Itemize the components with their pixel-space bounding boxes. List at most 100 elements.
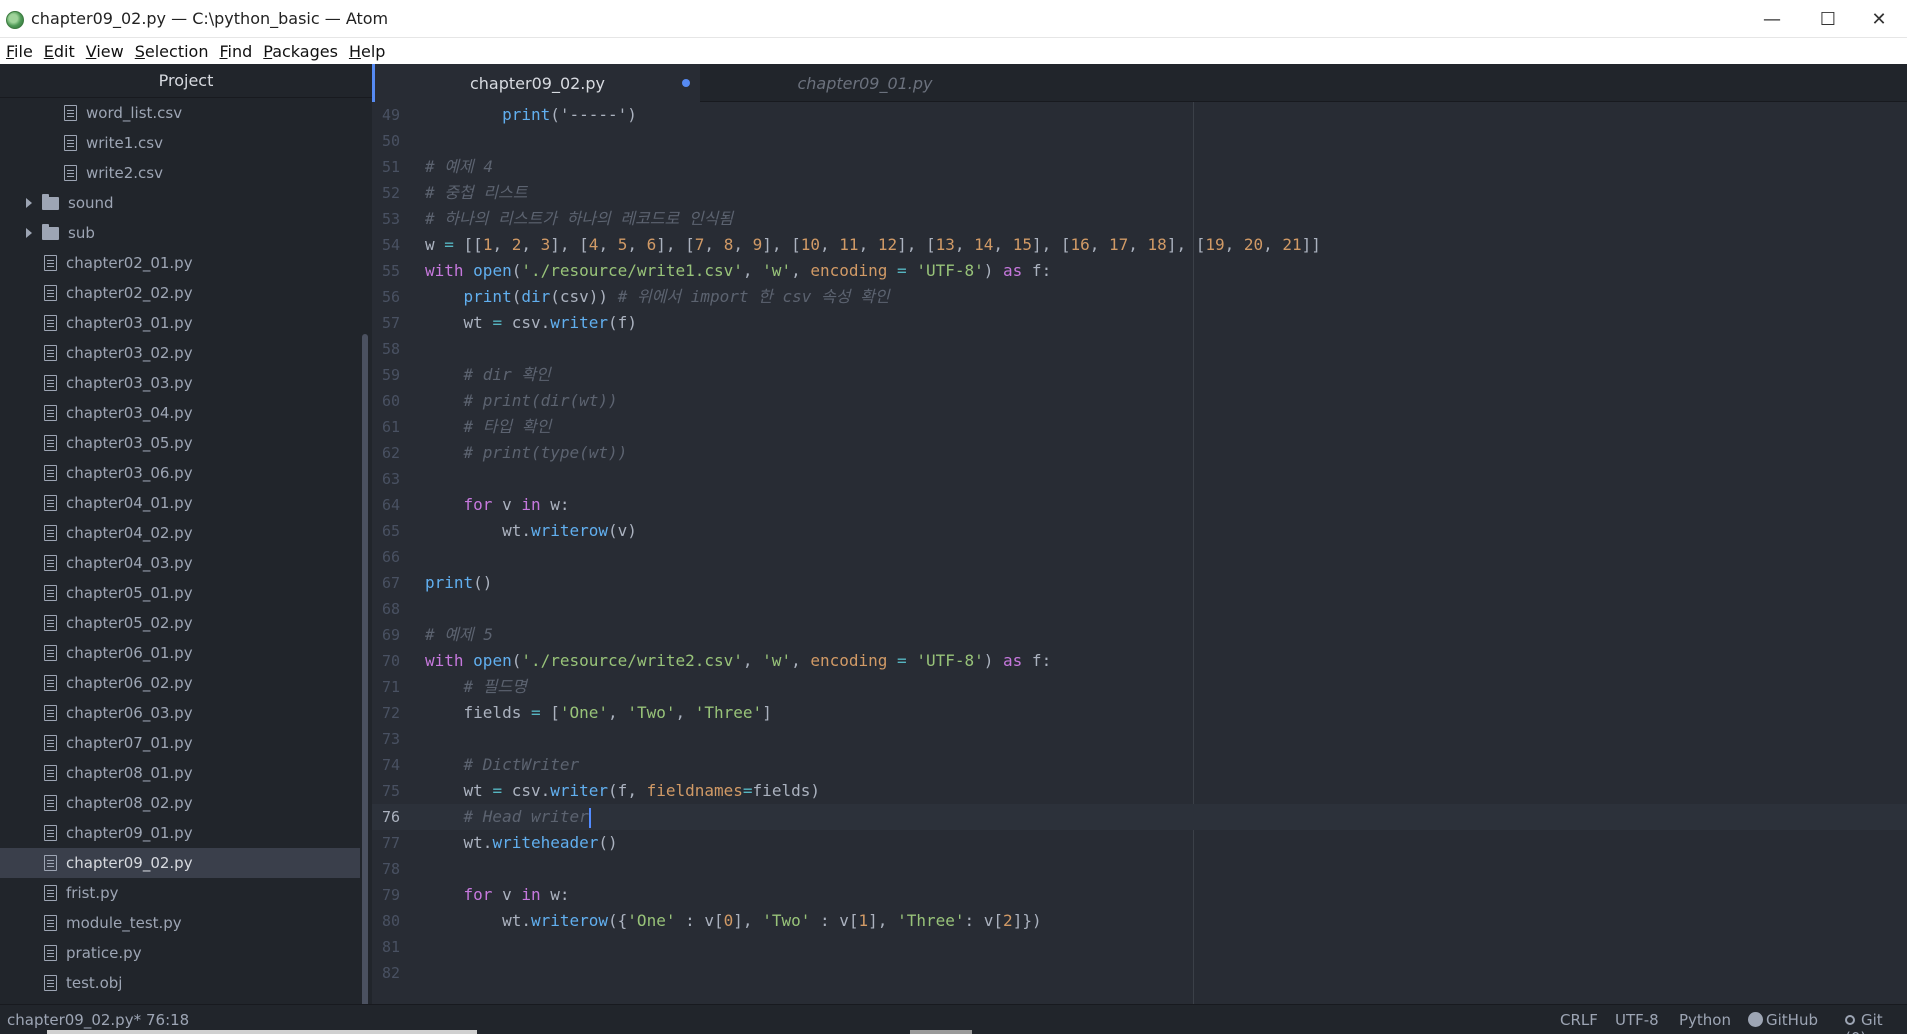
line-ending-selector[interactable]: CRLF bbox=[1560, 1011, 1598, 1029]
code-line[interactable]: 52 # 중첩 리스트 bbox=[372, 180, 1907, 206]
code-line[interactable]: 53 # 하나의 리스트가 하나의 레코드로 인식됨 bbox=[372, 206, 1907, 232]
code-line[interactable]: 59 # dir 확인 bbox=[372, 362, 1907, 388]
code-line[interactable]: 64 for v in w: bbox=[372, 492, 1907, 518]
tree-file[interactable]: chapter02_02.py bbox=[0, 278, 360, 308]
code-line[interactable]: 68 bbox=[372, 596, 1907, 622]
tree-file[interactable]: chapter03_04.py bbox=[0, 398, 360, 428]
tree-item-label: chapter02_02.py bbox=[66, 284, 193, 302]
tree-file[interactable]: chapter08_02.py bbox=[0, 788, 360, 818]
chevron-right-icon[interactable] bbox=[26, 198, 32, 208]
tree-scrollbar[interactable] bbox=[362, 334, 368, 1034]
code-line[interactable]: 50 bbox=[372, 128, 1907, 154]
code-line[interactable]: 74 # DictWriter bbox=[372, 752, 1907, 778]
menu-item[interactable]: Edit bbox=[40, 42, 82, 61]
github-button[interactable]: GitHub bbox=[1748, 1011, 1818, 1029]
line-number: 49 bbox=[381, 106, 400, 124]
code-line[interactable]: 77 wt.writeheader() bbox=[372, 830, 1907, 856]
code-line[interactable]: 56 print(dir(csv)) # 위에서 import 한 csv 속성… bbox=[372, 284, 1907, 310]
encoding-selector[interactable]: UTF-8 bbox=[1615, 1011, 1659, 1029]
tree-item-label: sub bbox=[68, 224, 95, 242]
tree-file[interactable]: chapter09_02.py bbox=[0, 848, 360, 878]
tree-file[interactable]: chapter06_01.py bbox=[0, 638, 360, 668]
tree-file[interactable]: chapter03_06.py bbox=[0, 458, 360, 488]
tree-file[interactable]: chapter06_02.py bbox=[0, 668, 360, 698]
chevron-right-icon[interactable] bbox=[26, 228, 32, 238]
tree-file[interactable]: chapter03_03.py bbox=[0, 368, 360, 398]
tree-file[interactable]: write2.csv bbox=[0, 158, 360, 188]
code-line[interactable]: 78 bbox=[372, 856, 1907, 882]
tree-file[interactable]: chapter08_01.py bbox=[0, 758, 360, 788]
code-line[interactable]: 67 print() bbox=[372, 570, 1907, 596]
line-code: wt = csv.writer(f, fieldnames=fields) bbox=[425, 781, 820, 800]
tree-file[interactable]: chapter06_03.py bbox=[0, 698, 360, 728]
code-line[interactable]: 76 # Head writer bbox=[372, 804, 1907, 830]
status-file-name[interactable]: chapter09_02.py* bbox=[7, 1011, 141, 1029]
code-line[interactable]: 71 # 필드명 bbox=[372, 674, 1907, 700]
git-button[interactable]: Git (0) bbox=[1845, 1011, 1907, 1034]
tree-file[interactable]: test.obj bbox=[0, 968, 360, 998]
code-editor[interactable]: 49 print('-----') 50 51 # 예제 4 52 # 중첩 리스트 53 #… bbox=[372, 102, 1907, 1004]
menu-item[interactable]: Help bbox=[345, 42, 392, 61]
code-line[interactable]: 57 wt = csv.writer(f) bbox=[372, 310, 1907, 336]
code-line[interactable]: 72 fields = ['One', 'Two', 'Three'] bbox=[372, 700, 1907, 726]
tree-folder[interactable]: sound bbox=[0, 188, 360, 218]
menu-item[interactable]: Selection bbox=[131, 42, 216, 61]
tree-file[interactable]: chapter07_01.py bbox=[0, 728, 360, 758]
code-line[interactable]: 51 # 예제 4 bbox=[372, 154, 1907, 180]
code-line[interactable]: 69 # 예제 5 bbox=[372, 622, 1907, 648]
tree-item-label: chapter08_02.py bbox=[66, 794, 193, 812]
menu-item[interactable]: File bbox=[2, 42, 40, 61]
horizontal-scrollbar[interactable] bbox=[47, 1030, 477, 1034]
code-line[interactable]: 58 bbox=[372, 336, 1907, 362]
tree-file[interactable]: chapter03_01.py bbox=[0, 308, 360, 338]
code-line[interactable]: 55 with open('./resource/write1.csv', 'w'… bbox=[372, 258, 1907, 284]
menu-item[interactable]: Packages bbox=[259, 42, 345, 61]
code-line[interactable]: 75 wt = csv.writer(f, fieldnames=fields) bbox=[372, 778, 1907, 804]
file-icon bbox=[44, 285, 57, 301]
maximize-button[interactable]: ☐ bbox=[1800, 0, 1856, 38]
tree-file[interactable]: chapter04_03.py bbox=[0, 548, 360, 578]
tree-file[interactable]: pratice.py bbox=[0, 938, 360, 968]
code-line[interactable]: 80 wt.writerow({'One' : v[0], 'Two' : v[… bbox=[372, 908, 1907, 934]
tree-file[interactable]: frist.py bbox=[0, 878, 360, 908]
tree-file[interactable]: module_test.py bbox=[0, 908, 360, 938]
tab-chapter09-01[interactable]: chapter09_01.py bbox=[700, 64, 1030, 102]
menu-item[interactable]: Find bbox=[215, 42, 259, 61]
code-line[interactable]: 60 # print(dir(wt)) bbox=[372, 388, 1907, 414]
close-button[interactable]: ✕ bbox=[1851, 0, 1907, 38]
code-line[interactable]: 73 bbox=[372, 726, 1907, 752]
tree-folder[interactable]: sub bbox=[0, 218, 360, 248]
tree-file[interactable]: chapter05_01.py bbox=[0, 578, 360, 608]
code-line[interactable]: 65 wt.writerow(v) bbox=[372, 518, 1907, 544]
folder-icon bbox=[42, 223, 59, 240]
code-line[interactable]: 61 # 타입 확인 bbox=[372, 414, 1907, 440]
tab-chapter09-02[interactable]: chapter09_02.py bbox=[372, 64, 700, 102]
tree-file[interactable]: chapter03_05.py bbox=[0, 428, 360, 458]
tree-file[interactable]: chapter02_01.py bbox=[0, 248, 360, 278]
code-line[interactable]: 63 bbox=[372, 466, 1907, 492]
file-icon bbox=[44, 795, 57, 811]
minimize-button[interactable]: — bbox=[1744, 0, 1800, 38]
code-line[interactable]: 54 w = [[1, 2, 3], [4, 5, 6], [7, 8, 9], … bbox=[372, 232, 1907, 258]
tree-file[interactable]: chapter05_02.py bbox=[0, 608, 360, 638]
code-line[interactable]: 79 for v in w: bbox=[372, 882, 1907, 908]
grammar-selector[interactable]: Python bbox=[1679, 1011, 1731, 1029]
horizontal-scrollbar-thumb[interactable] bbox=[910, 1030, 972, 1034]
cursor-position[interactable]: 76:18 bbox=[146, 1011, 189, 1029]
code-line[interactable]: 82 bbox=[372, 960, 1907, 986]
code-line[interactable]: 62 # print(type(wt)) bbox=[372, 440, 1907, 466]
tree-file[interactable]: write1.csv bbox=[0, 128, 360, 158]
tree-file[interactable]: chapter03_02.py bbox=[0, 338, 360, 368]
tree-file[interactable]: word_list.csv bbox=[0, 98, 360, 128]
file-icon bbox=[44, 645, 57, 661]
tree-item-label: module_test.py bbox=[66, 914, 182, 932]
tree-file[interactable]: chapter04_02.py bbox=[0, 518, 360, 548]
code-line[interactable]: 66 bbox=[372, 544, 1907, 570]
code-line[interactable]: 49 print('-----') bbox=[372, 102, 1907, 128]
code-line[interactable]: 70 with open('./resource/write2.csv', 'w'… bbox=[372, 648, 1907, 674]
line-code: w = [[1, 2, 3], [4, 5, 6], [7, 8, 9], [1… bbox=[425, 235, 1321, 254]
tree-file[interactable]: chapter09_01.py bbox=[0, 818, 360, 848]
code-line[interactable]: 81 bbox=[372, 934, 1907, 960]
menu-item[interactable]: View bbox=[82, 42, 131, 61]
tree-file[interactable]: chapter04_01.py bbox=[0, 488, 360, 518]
